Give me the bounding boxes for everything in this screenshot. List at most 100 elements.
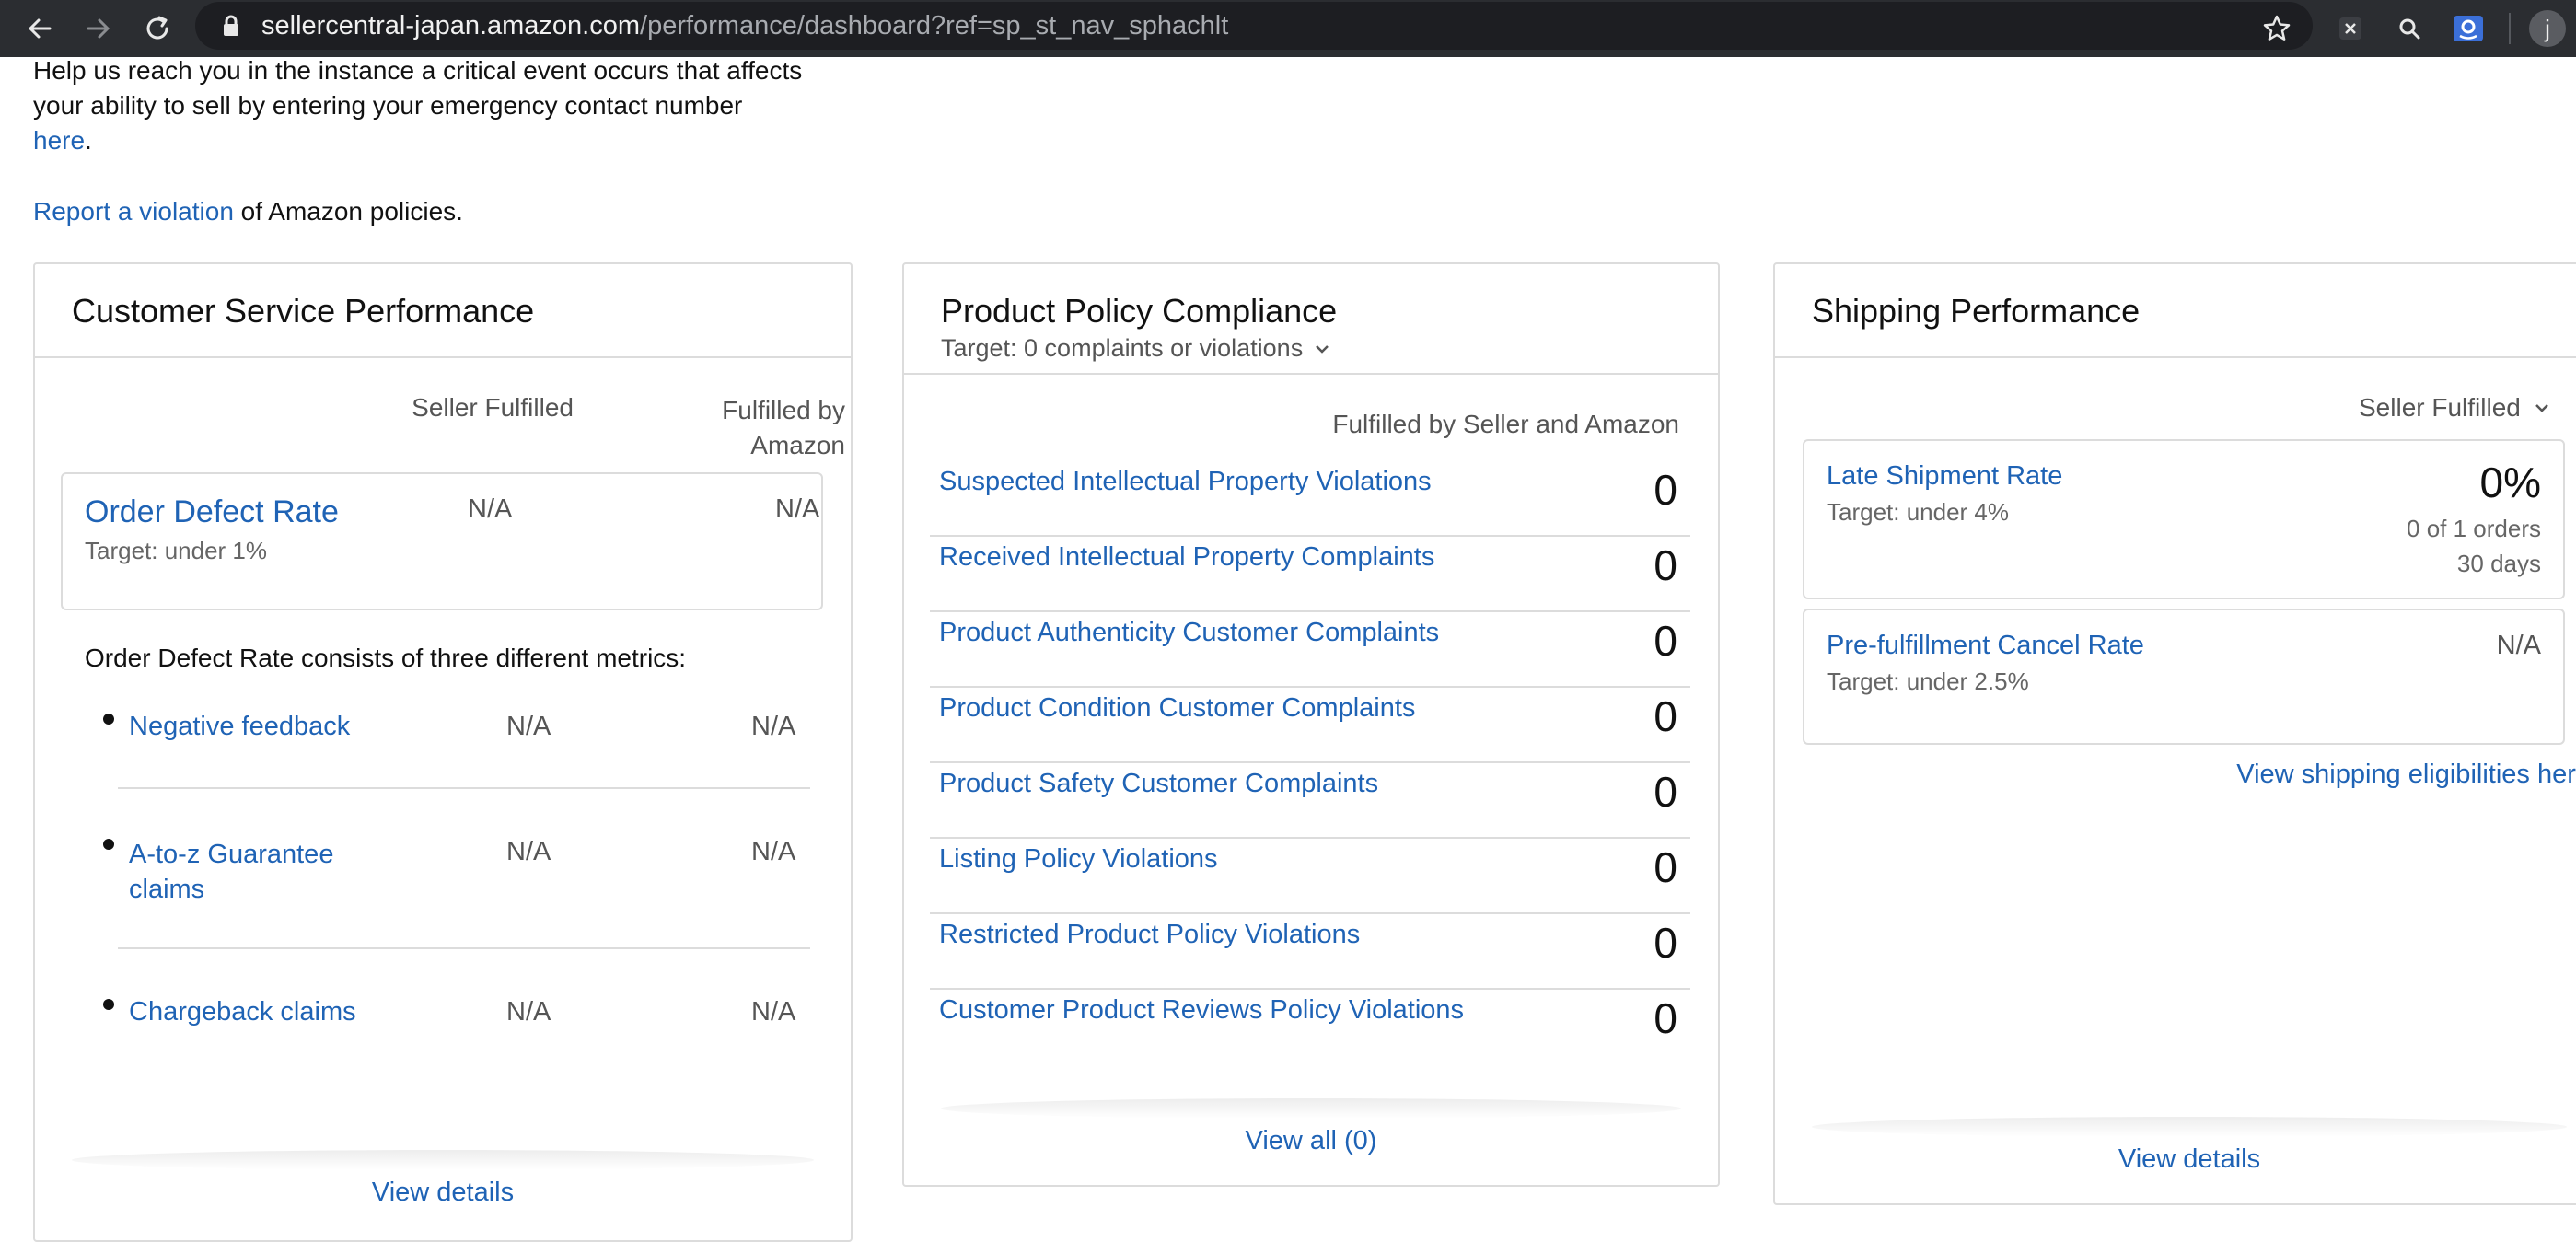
chevron-down-icon xyxy=(2535,404,2548,412)
card-header-divider xyxy=(35,356,851,358)
late-shipment-period: 30 days xyxy=(2456,550,2541,577)
extension-x-button[interactable] xyxy=(2329,7,2372,50)
notice-line-2: your ability to sell by entering your em… xyxy=(33,91,743,120)
odr-metrics-description: Order Defect Rate consists of three diff… xyxy=(85,644,687,672)
policy-row: Suspected Intellectual Property Violatio… xyxy=(930,459,1690,537)
extension-x-icon xyxy=(2339,17,2361,40)
extension-search-button[interactable] xyxy=(2388,7,2431,50)
safety-complaints-link[interactable]: Product Safety Customer Complaints xyxy=(939,769,1378,799)
url-host: sellercentral-japan.amazon.com xyxy=(261,10,641,41)
policy-row: Received Intellectual Property Complaint… xyxy=(930,535,1690,612)
fba-header-line-1: Fulfilled by xyxy=(722,396,845,424)
target-dropdown[interactable]: Target: 0 complaints or violations xyxy=(941,334,1330,363)
customer-service-view-details-link[interactable]: View details xyxy=(35,1178,851,1208)
cancel-rate-box: Pre-fulfillment Cancel Rate Target: unde… xyxy=(1803,609,2565,745)
profile-avatar-button[interactable]: j xyxy=(2526,7,2569,50)
negative-feedback-seller-value: N/A xyxy=(506,712,551,741)
odr-amazon-value: N/A xyxy=(775,494,820,524)
product-policy-target: Target: 0 complaints or violations xyxy=(941,334,1304,362)
shipping-view-details-link[interactable]: View details xyxy=(1775,1144,2576,1175)
policy-row-value: 0 xyxy=(1654,768,1677,816)
order-defect-rate-box: Order Defect Rate Target: under 1% N/A N… xyxy=(61,472,823,610)
negative-feedback-link[interactable]: Negative feedback xyxy=(129,712,350,742)
order-defect-rate-link[interactable]: Order Defect Rate xyxy=(85,494,339,530)
a-to-z-line-1: A-to-z Guarantee xyxy=(129,840,334,869)
forward-arrow-icon xyxy=(87,18,110,39)
footer-shadow xyxy=(72,1150,814,1170)
avatar: j xyxy=(2529,10,2566,47)
policy-row: Listing Policy Violations 0 xyxy=(930,837,1690,914)
customer-service-title: Customer Service Performance xyxy=(72,292,535,330)
browser-toolbar: sellercentral-japan.amazon.com/performan… xyxy=(0,0,2576,57)
lock-icon xyxy=(224,15,238,36)
suspected-ip-violations-link[interactable]: Suspected Intellectual Property Violatio… xyxy=(939,467,1432,497)
bullet-dot xyxy=(103,999,114,1010)
policy-row: Product Safety Customer Complaints 0 xyxy=(930,761,1690,839)
pre-fulfillment-cancel-rate-link[interactable]: Pre-fulfillment Cancel Rate xyxy=(1827,631,2144,661)
condition-complaints-link[interactable]: Product Condition Customer Complaints xyxy=(939,693,1415,724)
listing-policy-violations-link[interactable]: Listing Policy Violations xyxy=(939,844,1218,875)
shipping-performance-card: Shipping Performance Seller Fulfilled La… xyxy=(1773,262,2576,1205)
reload-icon xyxy=(146,16,168,40)
forward-button[interactable] xyxy=(77,7,120,50)
cancel-rate-value: N/A xyxy=(2496,631,2541,660)
metric-divider xyxy=(118,947,810,949)
policy-row-value: 0 xyxy=(1654,994,1677,1042)
customer-service-card: Customer Service Performance Seller Fulf… xyxy=(33,262,853,1242)
late-shipment-orders: 0 of 1 orders xyxy=(2407,515,2541,542)
policy-row-value: 0 xyxy=(1654,617,1677,665)
chevron-down-icon xyxy=(1316,344,1329,354)
a-to-z-amazon-value: N/A xyxy=(751,837,796,866)
star-icon xyxy=(2263,15,2291,41)
late-shipment-rate-box: Late Shipment Rate Target: under 4% 0% 0… xyxy=(1803,439,2565,599)
view-all-policy-link[interactable]: View all (0) xyxy=(904,1126,1718,1156)
policy-row: Customer Product Reviews Policy Violatio… xyxy=(930,988,1690,1063)
late-shipment-value: 0% xyxy=(2479,458,2541,506)
fulfilled-by-seller-and-amazon-header: Fulfilled by Seller and Amazon xyxy=(1332,410,1679,438)
policy-row: Product Authenticity Customer Complaints… xyxy=(930,610,1690,688)
policy-row-value: 0 xyxy=(1654,541,1677,589)
fulfilled-by-amazon-column-header: Fulfilled by Amazon xyxy=(606,393,845,463)
authenticity-complaints-link[interactable]: Product Authenticity Customer Complaints xyxy=(939,618,1439,648)
back-button[interactable] xyxy=(18,7,61,50)
policy-row-value: 0 xyxy=(1654,843,1677,891)
chargeback-claims-link[interactable]: Chargeback claims xyxy=(129,997,356,1027)
url-text: sellercentral-japan.amazon.com/performan… xyxy=(261,11,1228,41)
card-header-divider xyxy=(1775,356,2576,358)
seller-fulfilled-column-header: Seller Fulfilled xyxy=(412,393,574,422)
a-to-z-guarantee-claims-link[interactable]: A-to-z Guarantee claims xyxy=(129,837,333,907)
view-shipping-eligibilities-link[interactable]: View shipping eligibilities here xyxy=(2236,760,2576,790)
shipping-performance-title: Shipping Performance xyxy=(1812,292,2141,330)
magnifier-icon xyxy=(2399,18,2420,40)
emergency-contact-here-link[interactable]: here xyxy=(33,126,85,155)
fulfillment-filter-dropdown[interactable]: Seller Fulfilled xyxy=(2359,393,2550,423)
bookmark-star-button[interactable] xyxy=(2256,7,2298,50)
extension-amazon-button[interactable] xyxy=(2447,7,2489,50)
card-header-divider xyxy=(904,373,1718,375)
report-violation-suffix: of Amazon policies. xyxy=(233,197,463,226)
product-policy-title: Product Policy Compliance xyxy=(941,292,1338,330)
footer-shadow xyxy=(1812,1117,2567,1137)
fulfillment-filter-value: Seller Fulfilled xyxy=(2359,393,2521,422)
odr-seller-value: N/A xyxy=(468,494,513,524)
received-ip-complaints-link[interactable]: Received Intellectual Property Complaint… xyxy=(939,542,1434,573)
policy-row: Restricted Product Policy Violations 0 xyxy=(930,912,1690,990)
policy-row: Product Condition Customer Complaints 0 xyxy=(930,686,1690,763)
bullet-dot xyxy=(103,714,114,725)
chargeback-amazon-value: N/A xyxy=(751,997,796,1027)
restricted-product-violations-link[interactable]: Restricted Product Policy Violations xyxy=(939,920,1360,950)
late-shipment-rate-link[interactable]: Late Shipment Rate xyxy=(1827,461,2062,492)
cancel-rate-target: Target: under 2.5% xyxy=(1827,667,2029,695)
negative-feedback-amazon-value: N/A xyxy=(751,712,796,741)
reviews-policy-violations-link[interactable]: Customer Product Reviews Policy Violatio… xyxy=(939,995,1464,1026)
back-arrow-icon xyxy=(28,18,52,39)
reload-button[interactable] xyxy=(136,7,179,50)
footer-shadow xyxy=(941,1098,1681,1119)
amazon-assistant-icon xyxy=(2454,16,2483,41)
url-path: /performance/dashboard?ref=sp_st_nav_sph… xyxy=(640,10,1229,41)
notice-period: . xyxy=(85,126,92,155)
a-to-z-seller-value: N/A xyxy=(506,837,551,866)
report-violation-link[interactable]: Report a violation xyxy=(33,197,234,226)
report-violation-line: Report a violation of Amazon policies. xyxy=(33,194,463,229)
address-bar[interactable]: sellercentral-japan.amazon.com/performan… xyxy=(195,2,2313,50)
